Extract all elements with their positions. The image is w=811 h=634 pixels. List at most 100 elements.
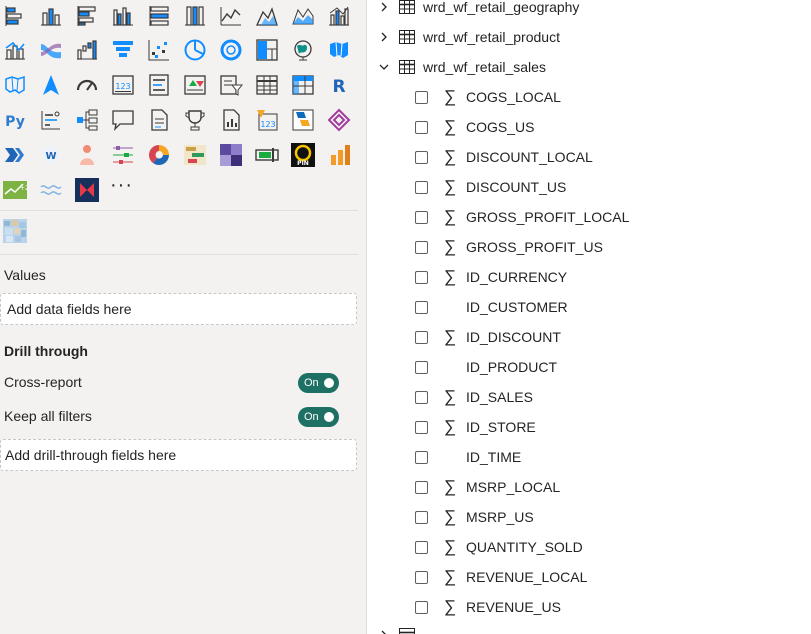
pin-visual-icon[interactable]: PIN — [288, 140, 318, 170]
field-checkbox[interactable] — [415, 90, 428, 104]
field-checkbox[interactable] — [415, 480, 428, 494]
metrics-icon[interactable] — [180, 105, 210, 135]
100-stacked-bar-icon[interactable] — [144, 1, 174, 31]
field-checkbox[interactable] — [415, 570, 428, 584]
field-row-revenue_us[interactable]: ∑ REVENUE_US — [415, 592, 561, 622]
chevron-down-icon[interactable] — [377, 60, 391, 74]
field-row-id_discount[interactable]: ∑ ID_DISCOUNT — [415, 322, 561, 352]
field-row-id_currency[interactable]: ∑ ID_CURRENCY — [415, 262, 567, 292]
cross-report-toggle[interactable]: On — [298, 373, 339, 393]
filled-map-icon[interactable] — [324, 35, 354, 65]
field-row-msrp_local[interactable]: ∑ MSRP_LOCAL — [415, 472, 560, 502]
decomposition-tree-icon[interactable] — [72, 105, 102, 135]
field-row-gross_profit_us[interactable]: ∑ GROSS_PROFIT_US — [415, 232, 603, 262]
field-checkbox[interactable] — [415, 180, 428, 194]
field-checkbox[interactable] — [415, 270, 428, 284]
gantt-visual-icon[interactable] — [180, 140, 210, 170]
pie-icon[interactable] — [180, 35, 210, 65]
area-chart-icon[interactable] — [252, 1, 282, 31]
bar-orange-icon[interactable] — [324, 140, 354, 170]
field-row-id_product[interactable]: ID_PRODUCT — [415, 352, 557, 382]
smart-narrative-icon[interactable] — [144, 105, 174, 135]
table-row-wrd_wf_retail_sales[interactable]: wrd_wf_retail_sales — [377, 52, 546, 82]
bullet-chart-icon[interactable] — [252, 140, 282, 170]
keep-all-filters-toggle[interactable]: On — [298, 407, 339, 427]
field-row-cogs_local[interactable]: ∑ COGS_LOCAL — [415, 82, 561, 112]
next-table-row-partial[interactable] — [377, 620, 415, 634]
matrix-icon[interactable] — [288, 70, 318, 100]
clustered-column-icon[interactable] — [108, 1, 138, 31]
drill-through-field-well[interactable]: Add drill-through fields here — [0, 439, 357, 471]
funnel-icon[interactable] — [108, 35, 138, 65]
line-stacked-column-icon[interactable] — [0, 35, 30, 65]
scatter-icon[interactable] — [144, 35, 174, 65]
field-row-revenue_local[interactable]: ∑ REVENUE_LOCAL — [415, 562, 587, 592]
r-visual-icon[interactable]: R — [324, 70, 354, 100]
paginated-report-icon[interactable] — [216, 105, 246, 135]
ribbon-chart-icon[interactable] — [36, 35, 66, 65]
field-checkbox[interactable] — [415, 600, 428, 614]
field-checkbox[interactable] — [415, 300, 428, 314]
field-row-cogs_us[interactable]: ∑ COGS_US — [415, 112, 534, 142]
map-icon[interactable] — [288, 35, 318, 65]
kpi-icon[interactable] — [180, 70, 210, 100]
purple-grid-icon[interactable] — [216, 140, 246, 170]
field-row-discount_us[interactable]: ∑ DISCOUNT_US — [415, 172, 566, 202]
azure-map-icon[interactable] — [36, 70, 66, 100]
field-checkbox[interactable] — [415, 240, 428, 254]
navy-red-visual-icon[interactable] — [72, 175, 102, 205]
table-row-wrd_wf_retail_product[interactable]: wrd_wf_retail_product — [377, 22, 560, 52]
field-checkbox[interactable] — [415, 540, 428, 554]
field-checkbox[interactable] — [415, 150, 428, 164]
field-row-id_time[interactable]: ID_TIME — [415, 442, 521, 472]
line-chart-icon[interactable] — [216, 1, 246, 31]
waterfall-icon[interactable] — [72, 35, 102, 65]
field-checkbox[interactable] — [415, 360, 428, 374]
wave-visual-icon[interactable] — [36, 175, 66, 205]
line-clustered-column-icon[interactable] — [324, 1, 354, 31]
word-cloud-icon[interactable]: W — [36, 140, 66, 170]
values-field-well[interactable]: Add data fields here — [0, 293, 357, 325]
stacked-area-icon[interactable] — [288, 1, 318, 31]
field-checkbox[interactable] — [415, 510, 428, 524]
custom-visual-diamond-icon[interactable] — [324, 105, 354, 135]
field-row-quantity_sold[interactable]: ∑ QUANTITY_SOLD — [415, 532, 583, 562]
field-row-id_store[interactable]: ∑ ID_STORE — [415, 412, 536, 442]
field-checkbox[interactable] — [415, 210, 428, 224]
treemap-icon[interactable] — [252, 35, 282, 65]
field-row-discount_local[interactable]: ∑ DISCOUNT_LOCAL — [415, 142, 593, 172]
green-trend-icon[interactable]: +2 — [0, 175, 30, 205]
multirow-card-icon[interactable] — [144, 70, 174, 100]
stacked-bar-icon[interactable] — [0, 1, 30, 31]
card-icon[interactable]: 123 — [108, 70, 138, 100]
slicer-icon[interactable] — [216, 70, 246, 100]
donut-custom-icon[interactable] — [144, 140, 174, 170]
timeline-visual-icon[interactable] — [108, 140, 138, 170]
field-checkbox[interactable] — [415, 390, 428, 404]
key-influencers-icon[interactable] — [36, 105, 66, 135]
python-visual-icon[interactable]: Py — [0, 105, 30, 135]
field-row-msrp_us[interactable]: ∑ MSRP_US — [415, 502, 534, 532]
power-automate-icon[interactable] — [288, 105, 318, 135]
field-row-id_sales[interactable]: ∑ ID_SALES — [415, 382, 533, 412]
field-checkbox[interactable] — [415, 420, 428, 434]
stacked-column-icon[interactable] — [36, 1, 66, 31]
more-visuals-button[interactable]: ··· — [110, 175, 136, 196]
field-checkbox[interactable] — [415, 120, 428, 134]
power-apps-icon[interactable]: 123 — [252, 105, 282, 135]
people-visual-icon[interactable] — [72, 140, 102, 170]
pixel-map-icon[interactable] — [0, 216, 30, 246]
donut-icon[interactable] — [216, 35, 246, 65]
clustered-bar-icon[interactable] — [72, 1, 102, 31]
field-row-id_customer[interactable]: ID_CUSTOMER — [415, 292, 568, 322]
gauge-icon[interactable] — [72, 70, 102, 100]
chevron-right-icon[interactable] — [377, 30, 391, 44]
100-stacked-column-icon[interactable] — [180, 1, 210, 31]
field-checkbox[interactable] — [415, 450, 428, 464]
table-icon[interactable] — [252, 70, 282, 100]
field-checkbox[interactable] — [415, 330, 428, 344]
table-row-wrd_wf_retail_geography[interactable]: wrd_wf_retail_geography — [377, 0, 579, 22]
field-row-gross_profit_local[interactable]: ∑ GROSS_PROFIT_LOCAL — [415, 202, 629, 232]
chevron-visual-icon[interactable] — [0, 140, 30, 170]
qna-icon[interactable] — [108, 105, 138, 135]
